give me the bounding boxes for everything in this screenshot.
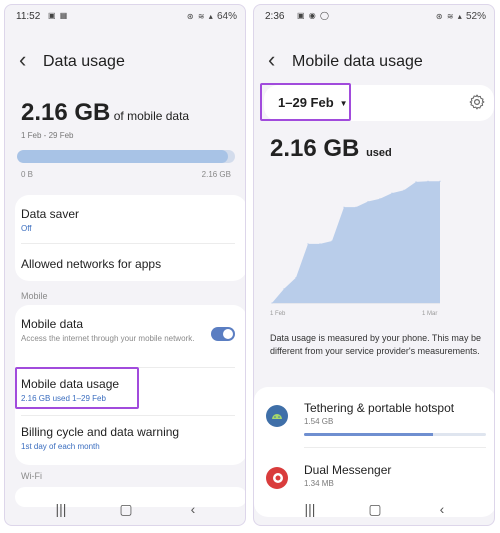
mobile-data-item[interactable]: Mobile data Access the internet through … bbox=[21, 317, 203, 344]
usage-data-point bbox=[391, 192, 393, 194]
billing-cycle-subtitle: 1st day of each month bbox=[21, 442, 100, 451]
usage-data-point bbox=[367, 200, 369, 203]
phone-screen-data-usage: 11:52 ▣ ▦ ⊛ ≋ ▴ 64% ‹ Data usage 2.16 GB… bbox=[4, 4, 246, 526]
divider bbox=[304, 447, 486, 448]
page-title: Mobile data usage bbox=[292, 53, 423, 70]
usage-area-series bbox=[272, 181, 440, 303]
status-bar: 2:36 ▣ ◉ ◯ ⊛ ≋ ▴ 52% bbox=[265, 11, 486, 25]
app-name: Dual Messenger bbox=[304, 463, 392, 477]
home-icon[interactable]: ▢ bbox=[363, 501, 387, 518]
usage-data-point bbox=[343, 206, 345, 208]
used-total-unit: used bbox=[366, 147, 392, 159]
allowed-networks-item[interactable]: Allowed networks for apps bbox=[21, 257, 235, 271]
settings-gear-icon[interactable] bbox=[468, 93, 486, 111]
app-data-size: 1.34 MB bbox=[304, 479, 334, 488]
highlight-box-period bbox=[260, 83, 351, 121]
app-usage-bar bbox=[304, 433, 486, 436]
data-saver-title: Data saver bbox=[21, 207, 80, 221]
usage-data-point bbox=[319, 243, 321, 245]
back-arrow-icon[interactable]: ‹ bbox=[268, 49, 275, 71]
phone-screen-mobile-data-usage: 2:36 ▣ ◉ ◯ ⊛ ≋ ▴ 52% ‹ Mobile data usage… bbox=[253, 4, 495, 526]
mobile-data-description: Access the internet through your mobile … bbox=[21, 334, 195, 343]
battery-level: 52% bbox=[465, 11, 486, 22]
status-time: 11:52 bbox=[16, 11, 41, 22]
chart-x-label-end: 1 Mar bbox=[422, 311, 438, 317]
used-total: 2.16 GB used bbox=[270, 135, 392, 163]
used-total-amount: 2.16 GB bbox=[270, 135, 360, 162]
page-title: Data usage bbox=[43, 53, 125, 70]
back-icon[interactable]: ‹ bbox=[430, 501, 454, 517]
chart-x-label-start: 1 Feb bbox=[270, 311, 286, 317]
usage-data-point bbox=[415, 181, 417, 183]
navigation-bar: ||| ▢ ‹ bbox=[254, 495, 494, 525]
navigation-bar: ||| ▢ ‹ bbox=[5, 495, 245, 525]
usage-data-point bbox=[307, 243, 309, 245]
section-label-mobile: Mobile bbox=[21, 291, 48, 301]
recents-icon[interactable]: ||| bbox=[298, 501, 322, 517]
data-saver-item[interactable]: Data saver Off bbox=[21, 207, 235, 233]
allowed-networks-title: Allowed networks for apps bbox=[21, 257, 162, 271]
highlight-box-mobile-data-usage bbox=[15, 367, 139, 409]
settings-card-general: Data saver Off Allowed networks for apps bbox=[15, 195, 245, 281]
section-label-wifi: Wi-Fi bbox=[21, 471, 42, 481]
usage-data-point bbox=[271, 302, 273, 304]
notification-icons: ▣ ▦ bbox=[48, 11, 69, 20]
billing-cycle-title: Billing cycle and data warning bbox=[21, 425, 180, 439]
toggle-knob bbox=[223, 329, 233, 339]
usage-bar-max-label: 2.16 GB bbox=[201, 170, 231, 179]
app-usage-row-tethering[interactable]: Tethering & portable hotspot 1.54 GB bbox=[254, 387, 494, 443]
usage-data-point bbox=[295, 277, 297, 279]
usage-bar-min-label: 0 B bbox=[21, 170, 34, 179]
status-time: 2:36 bbox=[265, 11, 285, 22]
back-icon[interactable]: ‹ bbox=[181, 501, 205, 517]
usage-data-point bbox=[403, 189, 405, 191]
usage-area-chart bbox=[271, 180, 441, 304]
data-saver-status: Off bbox=[21, 224, 32, 233]
usage-progress-fill bbox=[17, 150, 229, 163]
dual-messenger-icon bbox=[266, 467, 288, 489]
usage-data-point bbox=[331, 240, 333, 242]
usage-data-point bbox=[427, 180, 429, 182]
divider bbox=[21, 243, 235, 244]
mobile-data-toggle[interactable] bbox=[211, 327, 235, 341]
usage-data-point bbox=[283, 288, 285, 290]
mobile-data-title: Mobile data bbox=[21, 317, 84, 331]
measurement-note: Data usage is measured by your phone. Th… bbox=[270, 333, 481, 356]
divider bbox=[21, 415, 235, 416]
app-data-size: 1.54 GB bbox=[304, 417, 334, 426]
system-icons: ⊛ ≋ ▴ 64% bbox=[186, 11, 237, 22]
usage-range: 1 Feb - 29 Feb bbox=[21, 131, 74, 140]
system-icons: ⊛ ≋ ▴ 52% bbox=[435, 11, 486, 22]
back-arrow-icon[interactable]: ‹ bbox=[19, 49, 26, 71]
home-icon[interactable]: ▢ bbox=[114, 501, 138, 518]
total-usage-unit: of mobile data bbox=[110, 109, 190, 123]
usage-data-point bbox=[355, 206, 357, 208]
app-usage-bar-fill bbox=[304, 433, 434, 436]
usage-data-point bbox=[439, 180, 441, 182]
usage-progress-bar bbox=[17, 150, 235, 163]
billing-cycle-item[interactable]: Billing cycle and data warning 1st day o… bbox=[21, 425, 235, 451]
usage-data-point bbox=[379, 198, 381, 200]
total-usage-amount: 2.16 GB bbox=[21, 99, 111, 126]
android-icon bbox=[266, 405, 288, 427]
notification-icons: ▣ ◉ ◯ bbox=[297, 11, 330, 20]
app-name: Tethering & portable hotspot bbox=[304, 401, 455, 415]
battery-level: 64% bbox=[216, 11, 237, 22]
status-bar: 11:52 ▣ ▦ ⊛ ≋ ▴ 64% bbox=[16, 11, 237, 25]
total-usage: 2.16 GB of mobile data bbox=[21, 99, 189, 127]
recents-icon[interactable]: ||| bbox=[49, 501, 73, 517]
